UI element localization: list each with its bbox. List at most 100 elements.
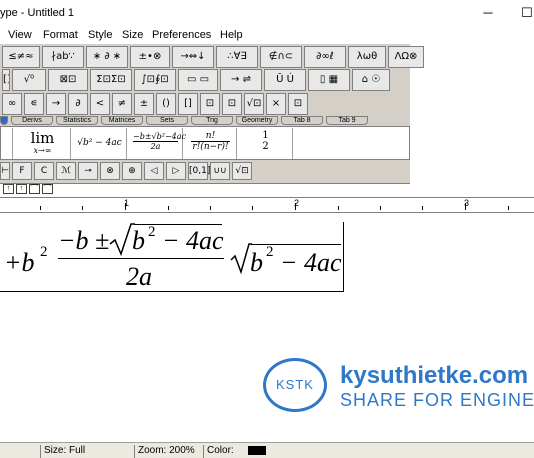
template-limit-top: lim bbox=[30, 129, 55, 147]
template-quadratic[interactable]: −b±√b²−4ac 2a bbox=[129, 128, 186, 159]
menu-preferences[interactable]: Preferences bbox=[152, 29, 211, 41]
quick-btn-brackets[interactable]: [] bbox=[178, 93, 198, 115]
eq-sqrt-sign bbox=[230, 243, 252, 274]
menu-help[interactable]: Help bbox=[220, 29, 243, 41]
palette-btn-greek-lower[interactable]: λωθ bbox=[348, 46, 386, 68]
tab-algebra[interactable] bbox=[0, 116, 8, 125]
template-combination-top: n! bbox=[191, 131, 230, 142]
palette-btn-sums[interactable]: Σ⊡Σ⊡ bbox=[90, 69, 132, 91]
watermark-tagline: SHARE FOR ENGINEE bbox=[340, 390, 534, 410]
extra-btn-interval[interactable]: [0,1] bbox=[188, 162, 210, 180]
palette-btn-sets[interactable]: ∉∩⊂ bbox=[260, 46, 302, 68]
symbol-palette: ≤≠≈ ∤ab∵ ∗ ∂ ∗ ±•⊗ →⇔↓ ∴∀∃ ∉∩⊂ ∂∞ℓ λωθ Λ… bbox=[0, 44, 424, 184]
palette-btn-misc[interactable]: ∂∞ℓ bbox=[304, 46, 346, 68]
palette-btn-boxes[interactable]: ⌂ ☉ bbox=[352, 69, 390, 91]
menu-format[interactable]: Format bbox=[43, 29, 78, 41]
palette-btn-arrows[interactable]: →⇔↓ bbox=[172, 46, 214, 68]
ruler-tick bbox=[422, 206, 423, 210]
ruler-tick bbox=[252, 206, 253, 210]
extra-btn-script-f[interactable]: F bbox=[12, 162, 32, 180]
template-vector[interactable]: 1 2 bbox=[239, 128, 293, 159]
eq-rad-rest: − 4ac bbox=[162, 226, 224, 255]
template-partial[interactable] bbox=[1, 128, 13, 159]
palette-btn-bars[interactable]: ▭ ▭ bbox=[178, 69, 218, 91]
tab-9[interactable]: Tab 9 bbox=[326, 116, 368, 125]
window-title: ype - Untitled 1 bbox=[0, 7, 74, 19]
template-vector-bottom: 2 bbox=[262, 141, 269, 152]
extra-btn-turnstile[interactable]: ⊢ bbox=[0, 162, 10, 180]
menu-style[interactable]: Style bbox=[88, 29, 112, 41]
palette-btn-subscripts[interactable]: ⊠⊡ bbox=[48, 69, 88, 91]
palette-btn-fractions[interactable]: √⁰ bbox=[12, 69, 46, 91]
palette-btn-labeled-arrows[interactable]: → ⇌ bbox=[220, 69, 262, 91]
eq-sqrt-rest: − 4ac bbox=[280, 248, 342, 277]
tab-trig[interactable]: Trig bbox=[191, 116, 233, 125]
palette-btn-embellish[interactable]: ∗ ∂ ∗ bbox=[86, 46, 128, 68]
quick-btn-parens[interactable]: () bbox=[156, 93, 176, 115]
palette-row-quick: ∞ ∊ → ∂ < ≠ ± () [] ⊡ ⊡ √⊡ × ⊡ bbox=[0, 93, 308, 117]
eq-sqrt-exp: 2 bbox=[266, 244, 274, 260]
quick-btn-fraction[interactable]: ⊡ bbox=[200, 93, 220, 115]
title-bar: ype - Untitled 1 ─ ☐ bbox=[0, 0, 534, 24]
palette-btn-products[interactable]: Ū Ú bbox=[264, 69, 306, 91]
template-sqrt[interactable]: √b² − 4ac bbox=[73, 128, 127, 159]
tab-geometry[interactable]: Geometry bbox=[236, 116, 278, 125]
color-swatch[interactable] bbox=[248, 446, 266, 455]
palette-btn-matrices[interactable]: ▯ ▦ bbox=[308, 69, 350, 91]
palette-btn-relations[interactable]: ≤≠≈ bbox=[2, 46, 40, 68]
quick-btn-not-equal[interactable]: ≠ bbox=[112, 93, 132, 115]
eq-exp-1: 2 bbox=[40, 244, 48, 260]
minimize-button[interactable]: ─ bbox=[479, 4, 497, 22]
extra-btn-sqrt[interactable]: √⊡ bbox=[232, 162, 252, 180]
ruler-tick bbox=[125, 203, 126, 210]
menu-view[interactable]: View bbox=[8, 29, 32, 41]
extra-btn-right-triangle[interactable]: ▷ bbox=[166, 162, 186, 180]
extra-btn-multimap[interactable]: ⊸ bbox=[78, 162, 98, 180]
palette-btn-fences[interactable]: [] bbox=[2, 69, 10, 91]
maximize-button[interactable]: ☐ bbox=[518, 4, 534, 22]
palette-btn-greek-upper[interactable]: ΛΩ⊗ bbox=[388, 46, 424, 68]
quick-btn-less[interactable]: < bbox=[90, 93, 110, 115]
eq-sqrt-b: b bbox=[250, 248, 263, 277]
ruler-tick bbox=[465, 203, 466, 210]
template-limit[interactable]: lim x→∞ bbox=[15, 128, 71, 159]
extra-btn-script-c[interactable]: C bbox=[34, 162, 54, 180]
quick-btn-times[interactable]: × bbox=[266, 93, 286, 115]
quick-btn-box[interactable]: ⊡ bbox=[288, 93, 308, 115]
quick-btn-sqrt[interactable]: √⊡ bbox=[244, 93, 264, 115]
palette-btn-logic[interactable]: ∴∀∃ bbox=[216, 46, 258, 68]
extra-btn-union[interactable]: ∪∪ bbox=[210, 162, 230, 180]
tab-matrices[interactable]: Matrices bbox=[101, 116, 143, 125]
extra-btn-script-m[interactable]: ℳ bbox=[56, 162, 76, 180]
ruler-tick bbox=[338, 206, 339, 210]
extra-btn-oplus[interactable]: ⊕ bbox=[122, 162, 142, 180]
quick-btn-superscript[interactable]: ⊡ bbox=[222, 93, 242, 115]
ruler[interactable]: 2 1 3 bbox=[0, 197, 534, 213]
tab-sets[interactable]: Sets bbox=[146, 116, 188, 125]
palette-btn-operators[interactable]: ±•⊗ bbox=[130, 46, 170, 68]
size-btn-1[interactable]: ↑ bbox=[3, 184, 14, 194]
menu-size[interactable]: Size bbox=[122, 29, 143, 41]
palette-btn-spaces[interactable]: ∤ab∵ bbox=[42, 46, 84, 68]
quick-btn-element[interactable]: ∊ bbox=[24, 93, 44, 115]
quick-btn-infinity[interactable]: ∞ bbox=[2, 93, 22, 115]
eq-rad-exp: 2 bbox=[148, 224, 156, 240]
extra-btn-otimes[interactable]: ⊗ bbox=[100, 162, 120, 180]
tab-statistics[interactable]: Statistics bbox=[56, 116, 98, 125]
ruler-tick bbox=[40, 206, 41, 210]
size-btn-4[interactable]: ⌒ bbox=[42, 184, 53, 194]
ruler-tick bbox=[168, 206, 169, 210]
template-combination[interactable]: n! r!(n−r)! bbox=[185, 128, 237, 159]
quick-btn-arrow[interactable]: → bbox=[46, 93, 66, 115]
size-btn-2[interactable]: ↑ bbox=[16, 184, 27, 194]
ruler-tick bbox=[295, 203, 296, 210]
quick-btn-plus-minus[interactable]: ± bbox=[134, 93, 154, 115]
tab-derivs[interactable]: Derivs bbox=[11, 116, 53, 125]
extra-btn-left-triangle[interactable]: ◁ bbox=[144, 162, 164, 180]
quick-btn-partial[interactable]: ∂ bbox=[68, 93, 88, 115]
equation-editor[interactable]: +b 2 −b ± b 2 − 4ac 2a b 2 − 4ac bbox=[0, 222, 344, 292]
ruler-tick bbox=[380, 206, 381, 210]
tab-8[interactable]: Tab 8 bbox=[281, 116, 323, 125]
size-btn-3[interactable]: ⌒ bbox=[29, 184, 40, 194]
palette-btn-integrals[interactable]: ∫⊡∮⊡ bbox=[134, 69, 176, 91]
